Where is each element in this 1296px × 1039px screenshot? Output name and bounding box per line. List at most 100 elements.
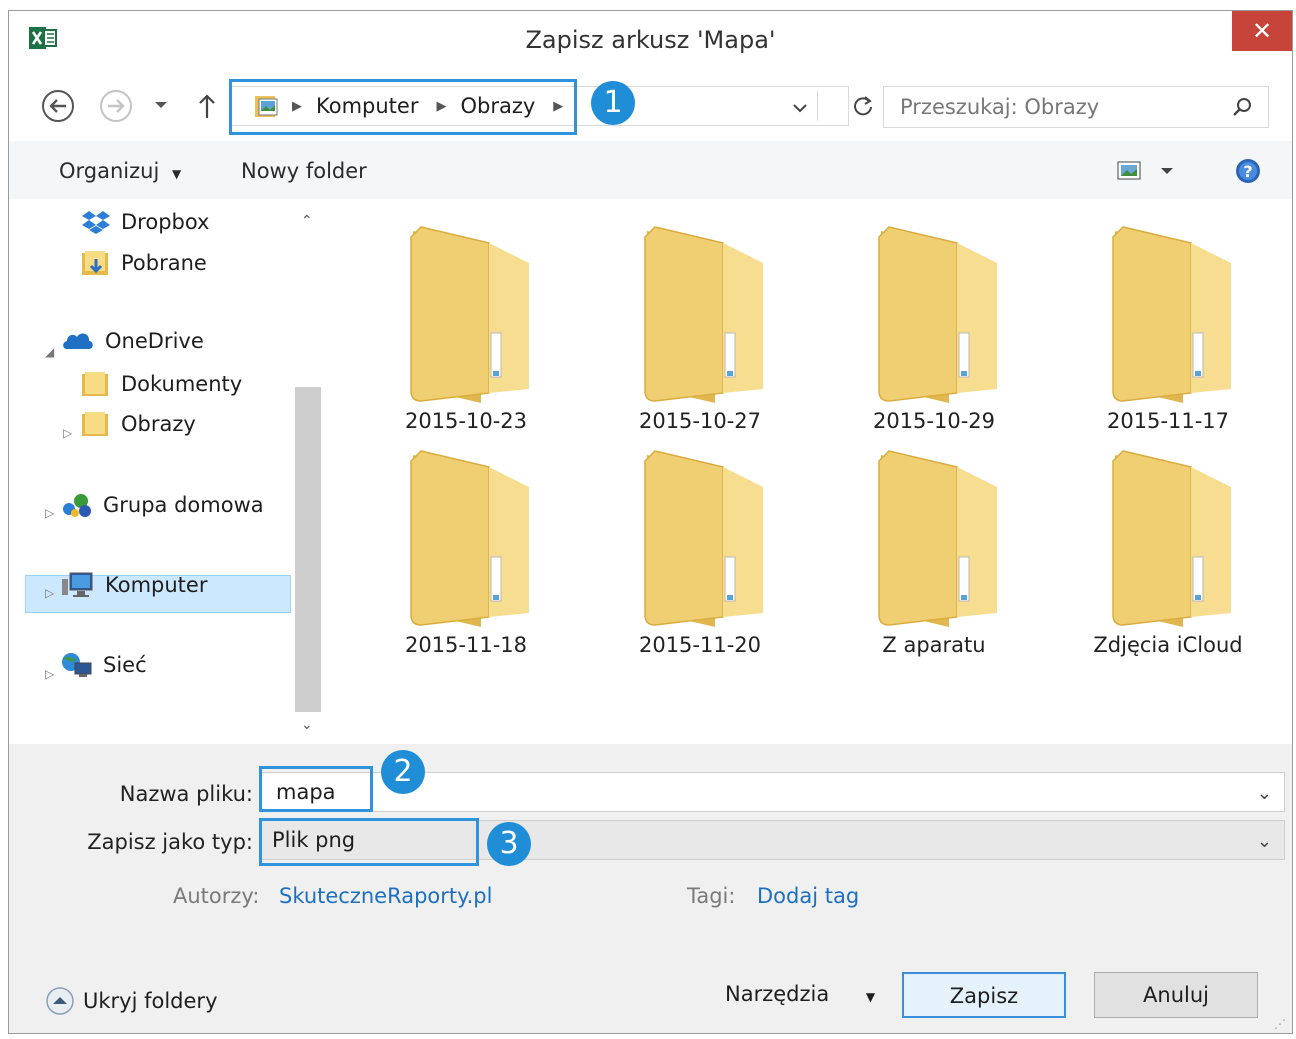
navigation-scrollbar[interactable]: ⌃ ⌄ — [293, 199, 323, 744]
breadcrumb-highlight-box — [229, 79, 577, 135]
organize-label: Organizuj — [59, 159, 160, 183]
folder-item[interactable]: 2015-10-29 — [823, 223, 1045, 433]
save-options-panel: Nazwa pliku: mapa ⌄ 2 Zapisz jako typ: P… — [9, 744, 1292, 1033]
svg-text:?: ? — [1243, 162, 1252, 181]
sidebar-item-label: Obrazy — [121, 412, 196, 436]
save-button[interactable]: Zapisz — [902, 972, 1066, 1018]
sidebar-item-komputer[interactable]: Komputer — [61, 571, 207, 599]
filetype-label: Zapisz jako typ: — [87, 830, 253, 854]
collapsed-arrow-icon[interactable]: ▷ — [45, 506, 54, 520]
sidebar-item-label: Dropbox — [121, 210, 210, 234]
scrollbar-thumb[interactable] — [295, 387, 321, 712]
dialog-title: Zapisz arkusz 'Mapa' — [525, 26, 776, 54]
folder-icon — [355, 447, 577, 627]
folder-icon — [589, 447, 811, 627]
back-icon[interactable] — [41, 89, 75, 123]
filetype-highlight-box — [259, 818, 479, 866]
authors-link[interactable]: SkuteczneRaporty.pl — [279, 884, 492, 908]
search-icon[interactable] — [1231, 96, 1253, 122]
chevron-down-icon: ▼ — [865, 990, 876, 1004]
authors-label: Autorzy: — [173, 884, 260, 908]
onedrive-icon — [63, 333, 93, 349]
folder-item[interactable]: 2015-11-18 — [355, 447, 577, 657]
folder-label: Zdjęcia iCloud — [1093, 633, 1243, 657]
sidebar-item-siec[interactable]: Sieć — [61, 651, 147, 679]
hide-folders-label: Ukryj foldery — [83, 989, 218, 1013]
recent-locations-dropdown-icon[interactable] — [153, 97, 169, 113]
command-toolbar: Organizuj ▼ Nowy folder ? — [9, 141, 1292, 199]
new-folder-button[interactable]: Nowy folder — [241, 159, 367, 183]
folder-item[interactable]: 2015-10-27 — [589, 223, 811, 433]
forward-icon[interactable] — [99, 89, 133, 123]
address-history-chevron-icon[interactable] — [792, 97, 808, 121]
collapse-up-icon — [46, 987, 74, 1015]
folder-icon — [1057, 223, 1279, 403]
close-button[interactable]: ✕ — [1232, 11, 1292, 51]
callout-3-badge: 3 — [487, 822, 531, 866]
chevron-down-icon[interactable]: ⌄ — [1257, 783, 1272, 804]
view-options-icon[interactable] — [1117, 161, 1179, 185]
folder-icon — [82, 412, 108, 436]
add-tag-link[interactable]: Dodaj tag — [757, 884, 859, 908]
up-folder-icon[interactable] — [195, 89, 219, 123]
folder-label: 2015-11-17 — [1106, 409, 1230, 433]
folder-icon — [82, 372, 108, 396]
sidebar-item-grupa-domowa[interactable]: Grupa domowa — [61, 491, 264, 519]
filename-label: Nazwa pliku: — [119, 782, 253, 806]
sidebar-item-onedrive[interactable]: OneDrive — [61, 329, 204, 353]
sidebar-item-label: Sieć — [103, 653, 147, 677]
computer-icon — [62, 572, 93, 597]
callout-1-badge: 1 — [591, 81, 635, 125]
collapsed-arrow-icon[interactable]: ▷ — [45, 667, 54, 681]
folder-icon — [355, 223, 577, 403]
scroll-down-icon[interactable]: ⌄ — [301, 717, 313, 733]
callout-2-badge: 2 — [381, 750, 425, 794]
sidebar-item-obrazy[interactable]: Obrazy — [81, 410, 196, 438]
title-bar: Zapisz arkusz 'Mapa' ✕ — [9, 11, 1292, 71]
filename-highlight-box — [259, 766, 373, 812]
folder-label: 2015-10-29 — [872, 409, 996, 433]
resize-grip-icon[interactable]: ⋰ — [1274, 1017, 1286, 1031]
sidebar-item-dropbox[interactable]: Dropbox — [81, 209, 209, 235]
sidebar-item-pobrane[interactable]: Pobrane — [81, 249, 207, 277]
folder-item[interactable]: 2015-11-17 — [1057, 223, 1279, 433]
dropbox-icon — [82, 211, 110, 234]
search-input[interactable]: Przeszukaj: Obrazy — [883, 86, 1269, 128]
sidebar-item-label: Grupa domowa — [103, 493, 264, 517]
folder-item[interactable]: 2015-11-20 — [589, 447, 811, 657]
save-dialog: Zapisz arkusz 'Mapa' ✕ ▶ Komputer ▶ Obra… — [8, 10, 1293, 1034]
folder-label: 2015-11-18 — [404, 633, 528, 657]
network-icon — [62, 653, 92, 677]
downloads-folder-icon — [82, 251, 108, 275]
collapsed-arrow-icon[interactable]: ▷ — [63, 426, 72, 440]
hide-folders-button[interactable]: Ukryj foldery — [45, 986, 218, 1016]
scroll-up-icon[interactable]: ⌃ — [301, 213, 313, 229]
sidebar-item-label: Pobrane — [121, 251, 207, 275]
folder-icon — [823, 223, 1045, 403]
folder-label: 2015-10-27 — [638, 409, 762, 433]
help-icon[interactable]: ? — [1235, 158, 1261, 188]
folder-content-area: 2015-10-23 2015-10-27 2015-10-29 2015-11-17… — [327, 199, 1292, 744]
organize-menu[interactable]: Organizuj ▼ — [59, 159, 181, 183]
cancel-button[interactable]: Anuluj — [1094, 972, 1258, 1018]
tools-menu[interactable]: Narzędzia ▼ — [725, 982, 875, 1006]
tags-label: Tagi: — [687, 884, 736, 908]
folder-label: 2015-11-20 — [638, 633, 762, 657]
refresh-icon[interactable] — [852, 95, 874, 122]
sidebar-item-label: Komputer — [105, 573, 208, 597]
expanded-arrow-icon[interactable]: ◢ — [45, 345, 54, 359]
collapsed-arrow-icon[interactable]: ▷ — [45, 586, 54, 600]
sidebar-item-label: Dokumenty — [121, 372, 243, 396]
chevron-down-icon: ▼ — [172, 167, 182, 181]
sidebar-item-label: OneDrive — [105, 329, 204, 353]
sidebar-item-dokumenty[interactable]: Dokumenty — [81, 370, 242, 398]
chevron-down-icon[interactable]: ⌄ — [1257, 831, 1272, 852]
photo-album-folder-icon — [1057, 447, 1279, 627]
navigation-pane: Dropbox Pobrane ◢ OneDrive Dokumenty ▷ O… — [9, 199, 327, 744]
tools-label: Narzędzia — [725, 982, 830, 1006]
folder-icon — [823, 447, 1045, 627]
folder-item[interactable]: Z aparatu — [823, 447, 1045, 657]
folder-item[interactable]: Zdjęcia iCloud — [1057, 447, 1279, 657]
folder-icon — [589, 223, 811, 403]
folder-item[interactable]: 2015-10-23 — [355, 223, 577, 433]
